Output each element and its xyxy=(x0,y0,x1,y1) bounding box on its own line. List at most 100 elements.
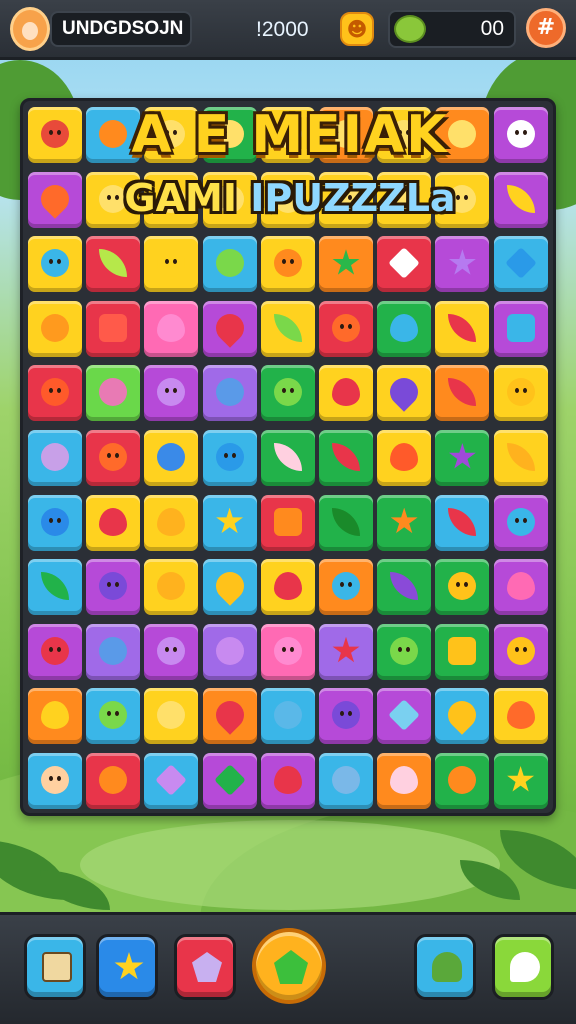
game-tile[interactable] xyxy=(86,430,141,486)
game-tile[interactable] xyxy=(202,623,257,680)
game-tile[interactable] xyxy=(319,494,373,551)
game-tile[interactable] xyxy=(260,236,315,293)
game-tile[interactable] xyxy=(377,559,432,616)
game-tile[interactable] xyxy=(28,236,82,293)
game-tile[interactable] xyxy=(86,623,141,680)
game-tile[interactable] xyxy=(86,236,141,293)
game-tile[interactable] xyxy=(377,688,432,745)
game-tile[interactable] xyxy=(86,688,141,745)
game-tile[interactable] xyxy=(377,236,432,293)
game-tile[interactable] xyxy=(377,494,432,551)
game-tile[interactable] xyxy=(144,430,199,486)
game-tile[interactable] xyxy=(28,688,82,745)
game-tile[interactable] xyxy=(28,753,82,809)
game-tile[interactable] xyxy=(493,365,548,422)
game-tile[interactable] xyxy=(319,300,373,357)
game-tile[interactable] xyxy=(435,494,490,551)
gem-counter[interactable]: 00 xyxy=(388,10,516,48)
game-tile[interactable] xyxy=(493,494,548,551)
game-tile[interactable] xyxy=(493,753,548,809)
game-tile[interactable] xyxy=(86,365,141,422)
game-tile[interactable] xyxy=(377,753,432,809)
game-tile[interactable] xyxy=(28,559,82,616)
play-button[interactable] xyxy=(252,928,326,1004)
game-tile[interactable] xyxy=(493,171,548,228)
game-tile[interactable] xyxy=(319,623,373,680)
game-tile[interactable] xyxy=(377,430,432,486)
game-tile[interactable] xyxy=(86,753,141,809)
game-tile[interactable] xyxy=(319,559,373,616)
game-tile[interactable] xyxy=(202,430,257,486)
avatar[interactable] xyxy=(10,7,50,51)
hint-button[interactable] xyxy=(492,934,554,1000)
game-tile[interactable] xyxy=(319,365,373,422)
game-tile[interactable] xyxy=(435,236,490,293)
game-tile[interactable] xyxy=(28,623,82,680)
game-tile[interactable] xyxy=(260,365,315,422)
game-tile[interactable] xyxy=(202,559,257,616)
game-tile[interactable] xyxy=(144,623,199,680)
circle-icon xyxy=(273,249,302,278)
game-tile[interactable] xyxy=(319,753,373,809)
coin-icon[interactable]: ☻ xyxy=(340,12,374,46)
game-tile[interactable] xyxy=(28,430,82,486)
circle-icon xyxy=(273,636,302,665)
game-tile[interactable] xyxy=(493,300,548,357)
game-tile[interactable] xyxy=(319,688,373,745)
game-tile[interactable] xyxy=(144,494,199,551)
game-tile[interactable] xyxy=(202,236,257,293)
star-button[interactable] xyxy=(96,934,158,1000)
game-tile[interactable] xyxy=(28,494,82,551)
game-tile[interactable] xyxy=(377,365,432,422)
game-tile[interactable] xyxy=(435,430,490,486)
game-tile[interactable] xyxy=(377,300,432,357)
game-tile[interactable] xyxy=(435,623,490,680)
game-tile[interactable] xyxy=(435,688,490,745)
game-tile[interactable] xyxy=(86,300,141,357)
game-tile[interactable] xyxy=(144,365,199,422)
game-tile[interactable] xyxy=(202,753,257,809)
game-tile[interactable] xyxy=(86,494,141,551)
game-tile[interactable] xyxy=(260,300,315,357)
game-tile[interactable] xyxy=(260,430,315,486)
game-tile[interactable] xyxy=(319,430,373,486)
heart-icon xyxy=(332,378,360,407)
game-tile[interactable] xyxy=(435,300,490,357)
game-tile[interactable] xyxy=(202,688,257,745)
game-tile[interactable] xyxy=(144,688,199,745)
map-button[interactable] xyxy=(24,934,86,1000)
game-tile[interactable] xyxy=(260,623,315,680)
game-tile[interactable] xyxy=(202,300,257,357)
game-tile[interactable] xyxy=(28,171,82,228)
game-tile[interactable] xyxy=(493,623,548,680)
game-tile[interactable] xyxy=(260,559,315,616)
game-tile[interactable] xyxy=(260,688,315,745)
game-tile[interactable] xyxy=(435,559,490,616)
gem-button[interactable] xyxy=(174,934,236,1000)
game-tile[interactable] xyxy=(260,753,315,809)
top-bar: UNDGDSOJN !2000 ☻ 00 # xyxy=(0,0,576,60)
game-tile[interactable] xyxy=(144,236,199,293)
game-tile[interactable] xyxy=(493,107,548,163)
menu-button[interactable]: # xyxy=(526,8,566,48)
game-tile[interactable] xyxy=(493,688,548,745)
game-tile[interactable] xyxy=(435,365,490,422)
game-tile[interactable] xyxy=(493,430,548,486)
game-tile[interactable] xyxy=(377,623,432,680)
game-tile[interactable] xyxy=(144,300,199,357)
game-tile[interactable] xyxy=(28,300,82,357)
game-tile[interactable] xyxy=(493,236,548,293)
game-tile[interactable] xyxy=(202,365,257,422)
game-tile[interactable] xyxy=(144,753,199,809)
game-tile[interactable] xyxy=(144,559,199,616)
game-tile[interactable] xyxy=(28,107,82,163)
leaf-icon xyxy=(506,443,535,471)
game-tile[interactable] xyxy=(260,494,315,551)
game-tile[interactable] xyxy=(319,236,373,293)
game-tile[interactable] xyxy=(493,559,548,616)
game-tile[interactable] xyxy=(435,753,490,809)
game-tile[interactable] xyxy=(28,365,82,422)
helmet-button[interactable] xyxy=(414,934,476,1000)
game-tile[interactable] xyxy=(86,559,141,616)
game-tile[interactable] xyxy=(202,494,257,551)
